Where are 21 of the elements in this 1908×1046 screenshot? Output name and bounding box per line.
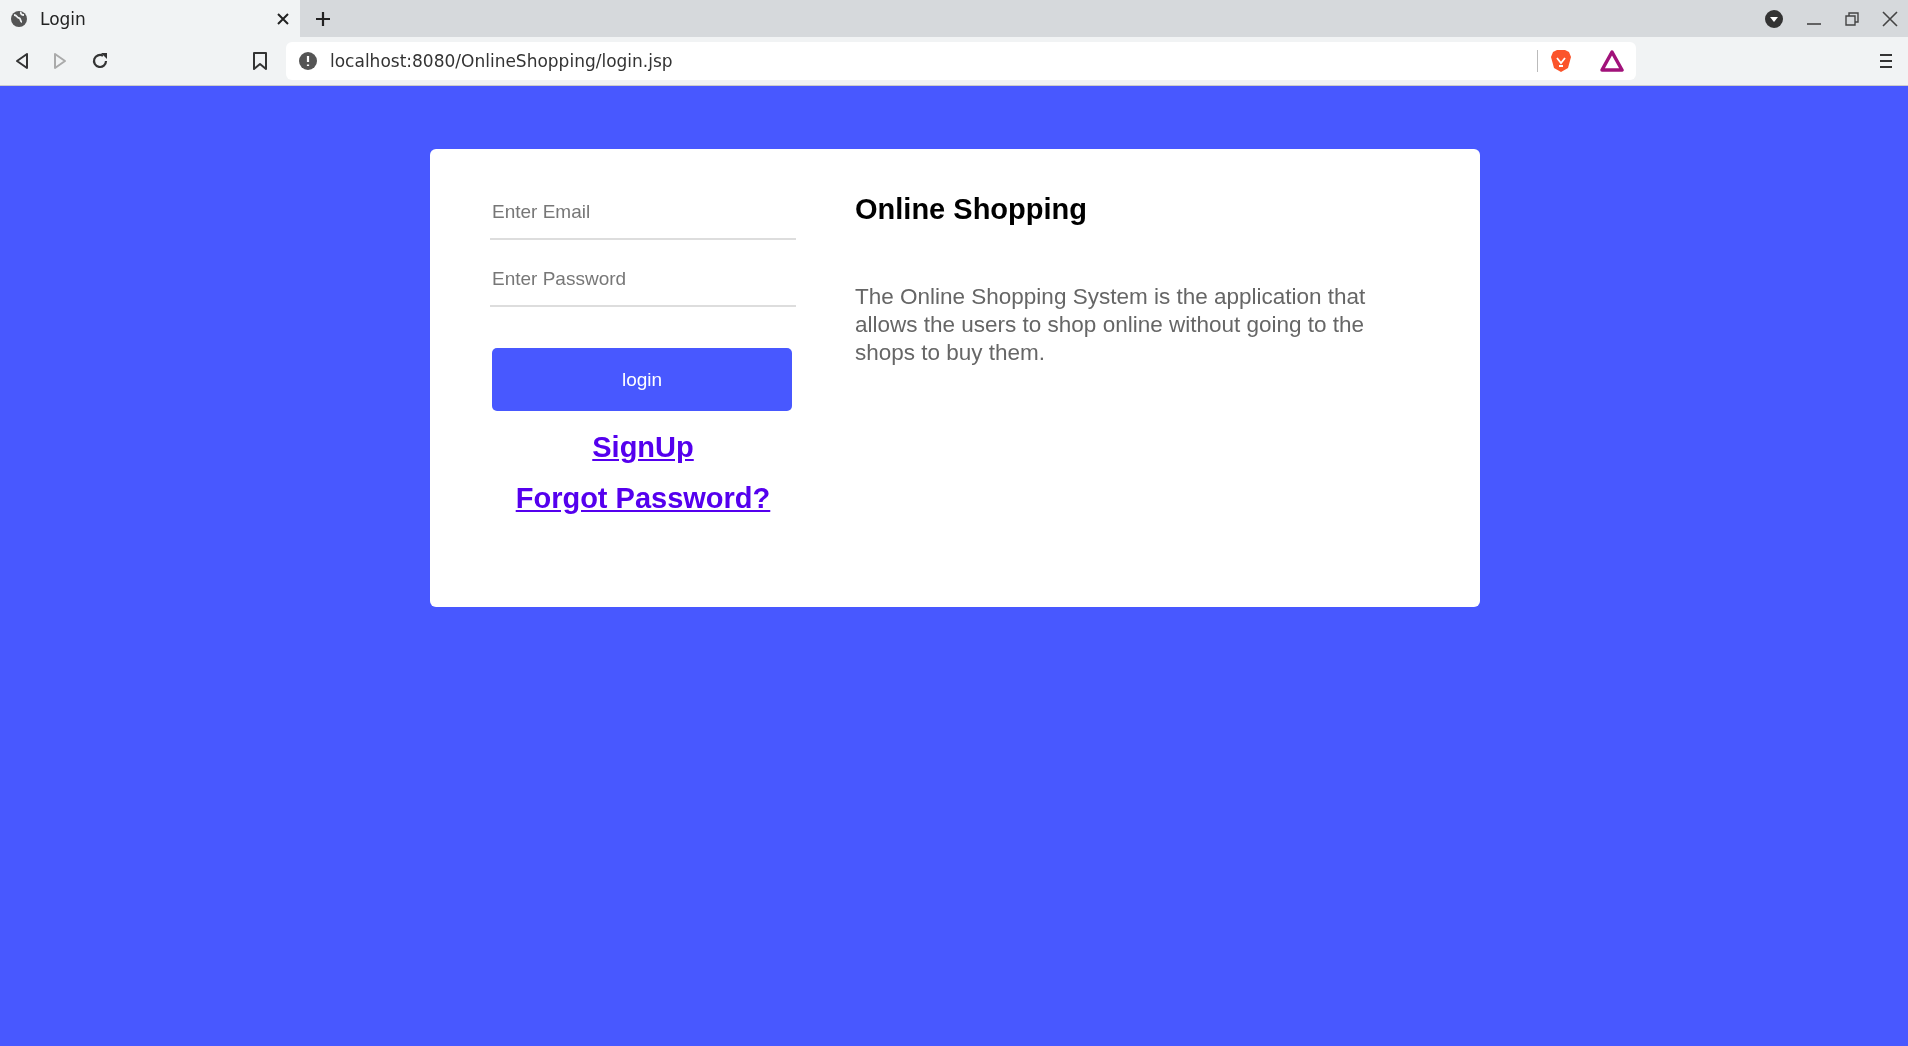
signup-link[interactable]: SignUp [592,431,694,464]
info-icon [298,51,318,71]
new-tab-icon[interactable] [314,9,332,28]
dropdown-icon[interactable] [1764,8,1784,29]
menu-icon[interactable] [1878,52,1894,70]
bookmark-icon[interactable] [252,51,268,71]
tab-title: Login [40,8,87,29]
back-icon[interactable] [14,52,30,70]
browser-tab[interactable]: Login [0,0,300,37]
triangle-icon[interactable] [1600,50,1624,72]
reload-icon[interactable] [90,51,110,71]
card-title: Online Shopping [855,193,1088,226]
close-icon[interactable] [1882,10,1898,27]
login-button[interactable]: login [492,348,792,411]
globe-icon [10,9,28,28]
address-bar[interactable]: localhost:8080/OnlineShopping/login.jsp [286,42,1636,80]
description: The Online Shopping System is the application that allows the users to shop online without going to the shops to buy them. [855,283,1367,368]
forgot-password-link[interactable]: Forgot Password? [515,482,771,515]
url-text: localhost:8080/OnlineShopping/login.jsp [330,51,674,71]
restore-icon[interactable] [1844,10,1860,27]
close-icon[interactable] [276,11,290,26]
